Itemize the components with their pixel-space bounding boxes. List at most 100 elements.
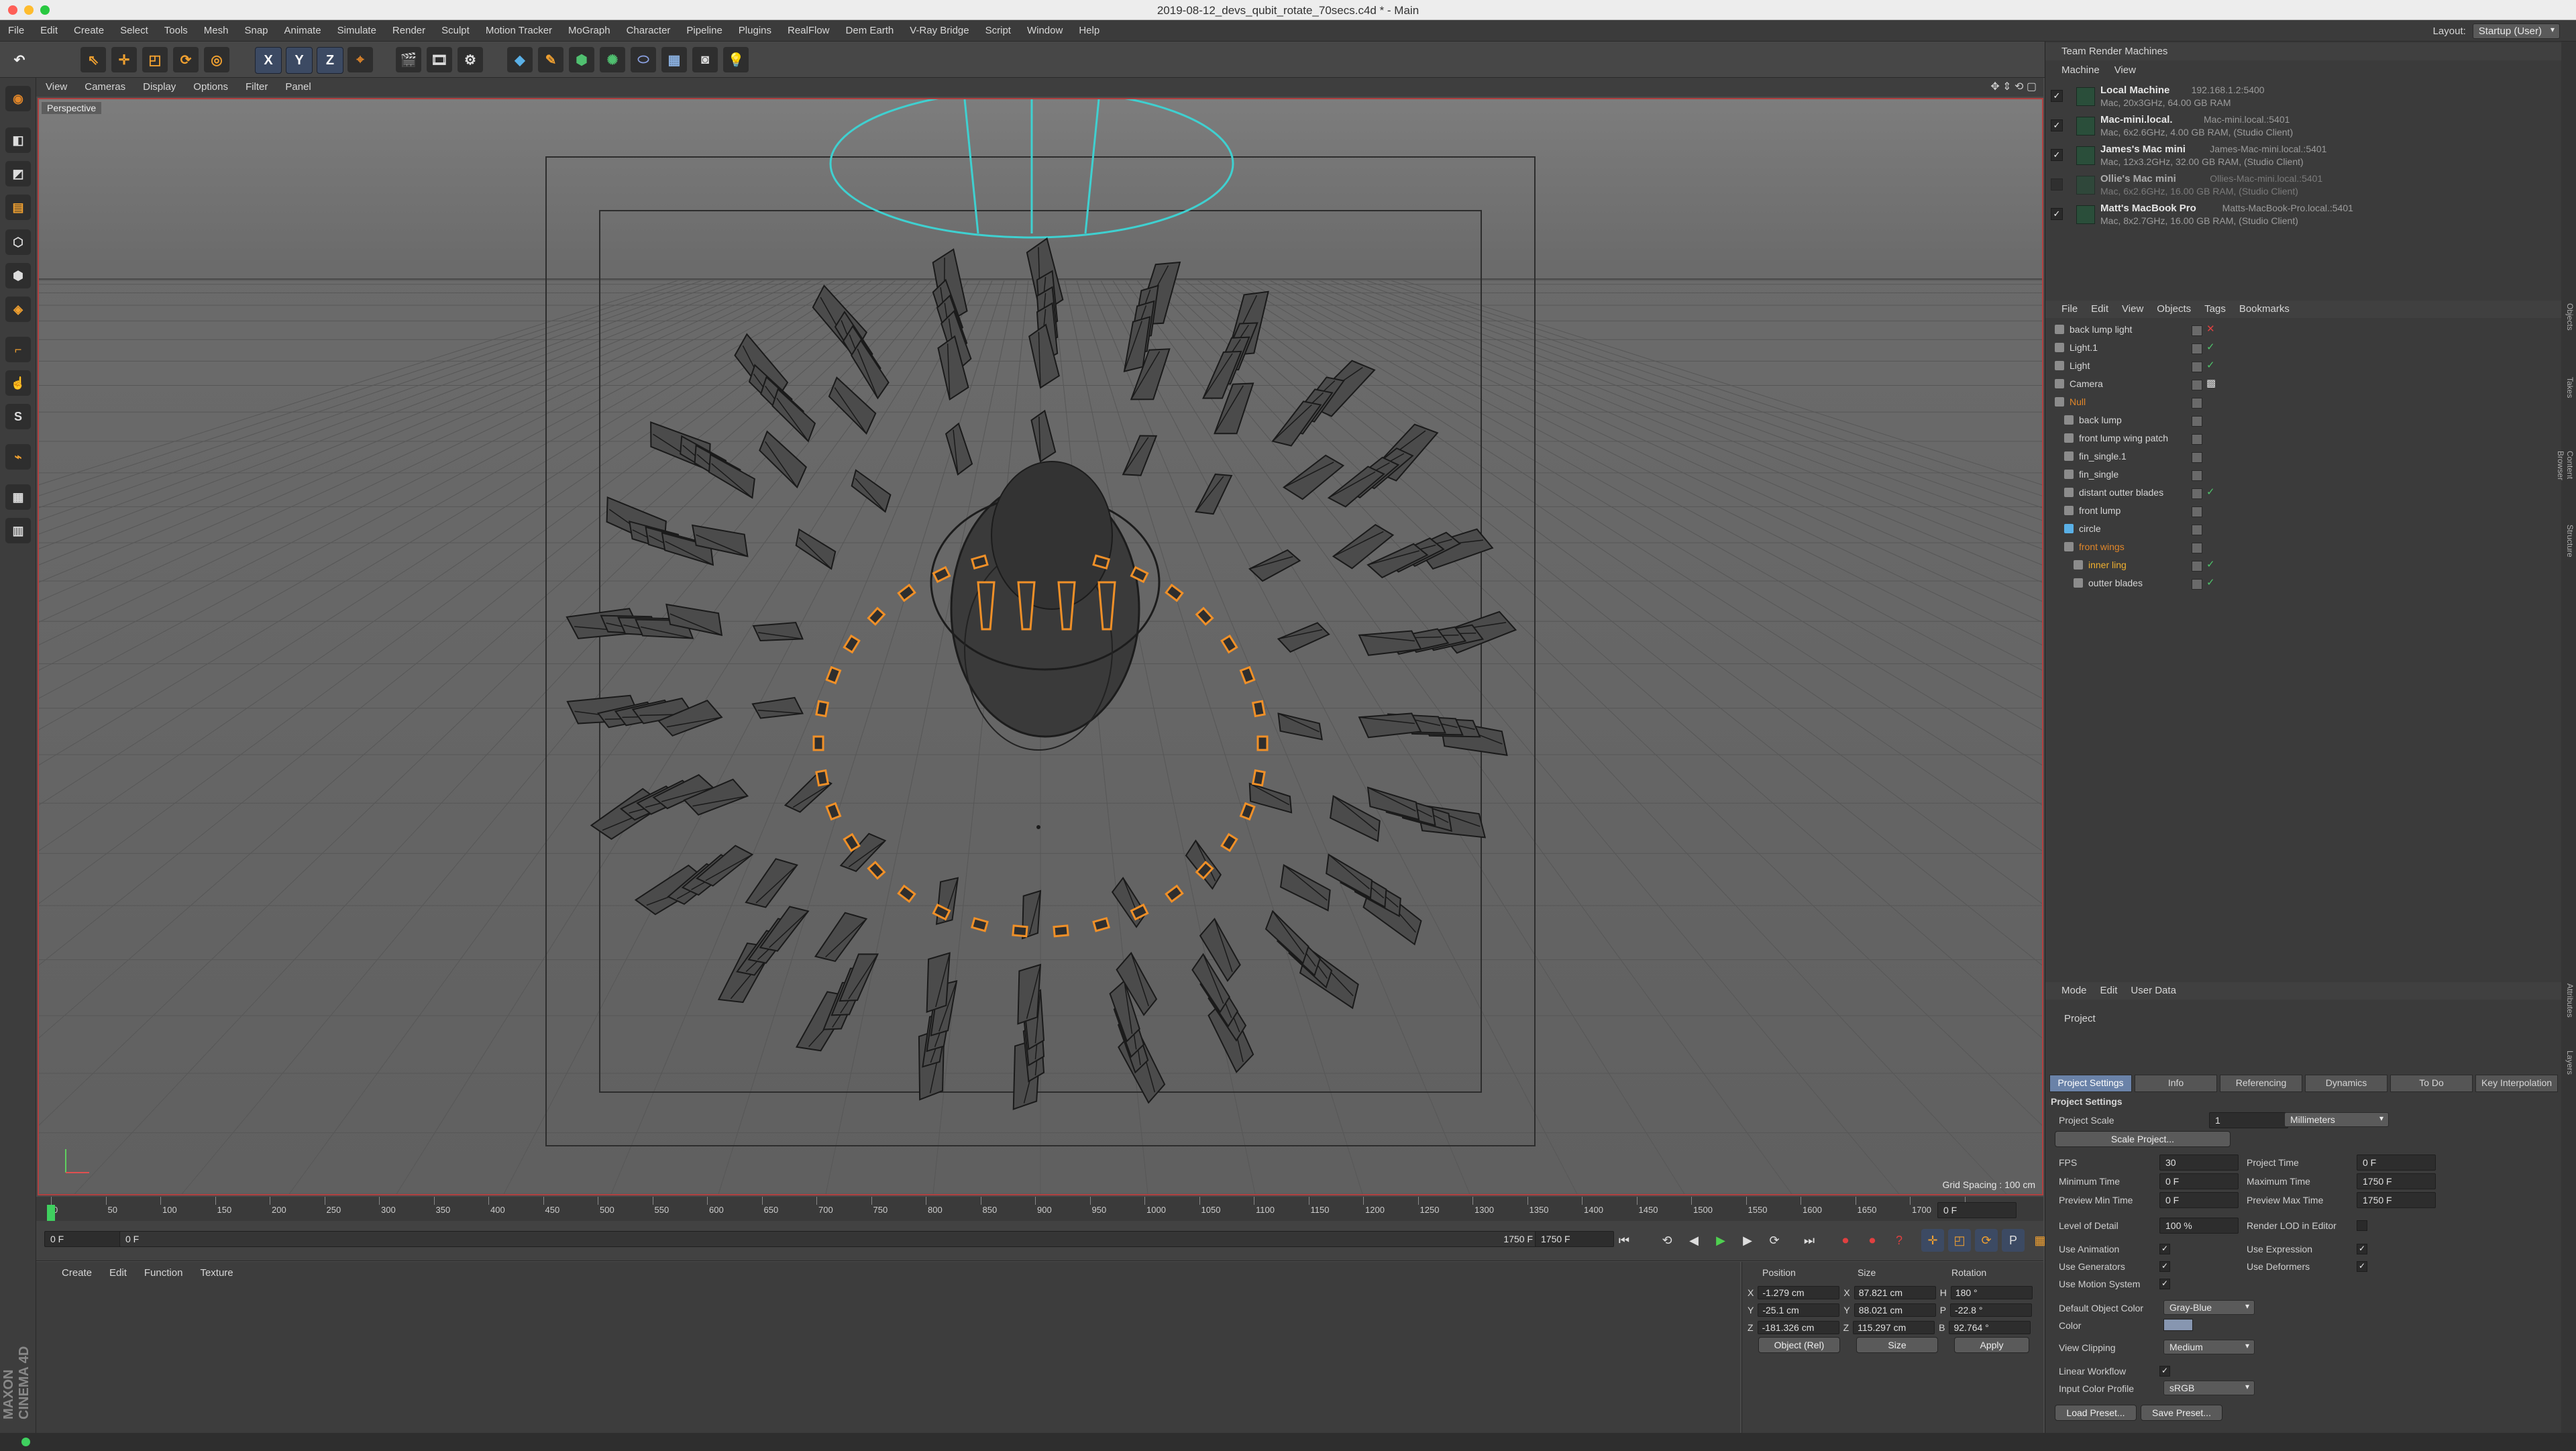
object-row[interactable]: fin_single: [2045, 466, 2562, 484]
visibility-toggle[interactable]: [2192, 543, 2202, 553]
enabled-check-icon[interactable]: ✓: [2206, 558, 2215, 570]
use-expression-checkbox[interactable]: ✓: [2357, 1244, 2367, 1254]
tab-project-settings[interactable]: Project Settings: [2049, 1075, 2132, 1092]
object-menu-edit[interactable]: Edit: [2091, 303, 2108, 315]
machine-enable-checkbox[interactable]: ✓: [2051, 119, 2063, 131]
object-row[interactable]: Light.1 ✓: [2045, 339, 2562, 357]
scale-project-button[interactable]: Scale Project...: [2055, 1131, 2231, 1147]
material-menu-function[interactable]: Function: [144, 1267, 183, 1279]
autokey-icon[interactable]: ⏺: [1861, 1229, 1884, 1252]
side-tab-objects[interactable]: Objects: [2563, 303, 2575, 331]
viewport-navigation-icons[interactable]: ✥ ⇕ ⟲ ▢: [1990, 80, 2037, 93]
object-row[interactable]: back lump light ✕: [2045, 321, 2562, 339]
viewport-menu-panel[interactable]: Panel: [285, 81, 311, 93]
input-profile-select[interactable]: sRGB: [2163, 1381, 2255, 1395]
view-clipping-select[interactable]: Medium: [2163, 1340, 2255, 1354]
team-render-menu-view[interactable]: View: [2114, 64, 2136, 76]
go-to-start-icon[interactable]: ⏮: [1613, 1229, 1635, 1252]
menu-snap[interactable]: Snap: [244, 25, 268, 36]
size-field[interactable]: 87.821 cm: [1854, 1286, 1936, 1299]
menu-animate[interactable]: Animate: [284, 25, 321, 36]
visibility-toggle[interactable]: [2192, 561, 2202, 572]
subdivision-generator-icon[interactable]: ⬢: [569, 47, 594, 72]
visibility-toggle[interactable]: [2192, 380, 2202, 390]
viewport-menu-cameras[interactable]: Cameras: [85, 81, 125, 93]
use-generators-checkbox[interactable]: ✓: [2159, 1261, 2170, 1272]
tab-key-interpolation[interactable]: Key Interpolation: [2475, 1075, 2558, 1092]
mograph-cloner-icon[interactable]: ✺: [600, 47, 625, 72]
tab-dynamics[interactable]: Dynamics: [2305, 1075, 2387, 1092]
x-axis-lock-button[interactable]: X: [255, 47, 282, 74]
preview-max-field[interactable]: 1750 F: [2357, 1192, 2436, 1208]
load-preset-button[interactable]: Load Preset...: [2055, 1405, 2137, 1421]
material-menu-create[interactable]: Create: [62, 1267, 92, 1279]
camera-tag-icon[interactable]: ▩: [2206, 377, 2216, 389]
scale-tool-icon[interactable]: ◰: [142, 47, 168, 72]
visibility-toggle[interactable]: [2192, 343, 2202, 354]
material-menu-edit[interactable]: Edit: [109, 1267, 127, 1279]
texture-mode-icon[interactable]: ◩: [5, 161, 31, 186]
keyframe-selection-icon[interactable]: ?: [1888, 1229, 1911, 1252]
play-icon[interactable]: ▶: [1709, 1229, 1732, 1252]
previous-frame-icon[interactable]: ◀: [1682, 1229, 1705, 1252]
project-scale-field[interactable]: 1: [2209, 1112, 2288, 1128]
grid-icon[interactable]: ▥: [5, 518, 31, 543]
max-time-field[interactable]: 1750 F: [2357, 1173, 2436, 1189]
previous-key-icon[interactable]: ⟲: [1656, 1229, 1678, 1252]
model-mode-icon[interactable]: ◧: [5, 127, 31, 153]
viewport-menu-options[interactable]: Options: [193, 81, 228, 93]
color-swatch[interactable]: [2163, 1319, 2193, 1331]
menu-create[interactable]: Create: [74, 25, 104, 36]
cube-primitive-icon[interactable]: ◆: [507, 47, 533, 72]
menu-window[interactable]: Window: [1027, 25, 1063, 36]
next-frame-icon[interactable]: ▶: [1736, 1229, 1759, 1252]
current-frame-field[interactable]: 0 F: [1937, 1202, 2017, 1218]
y-axis-lock-button[interactable]: Y: [286, 47, 313, 74]
use-motion-checkbox[interactable]: ✓: [2159, 1279, 2170, 1289]
project-scale-unit-select[interactable]: Millimeters: [2284, 1112, 2389, 1127]
tab-info[interactable]: Info: [2135, 1075, 2217, 1092]
object-row[interactable]: Camera ▩: [2045, 375, 2562, 393]
position-field[interactable]: -181.326 cm: [1757, 1321, 1839, 1334]
side-tab-layers[interactable]: Layers: [2563, 1051, 2575, 1075]
menu-script[interactable]: Script: [985, 25, 1011, 36]
object-menu-objects[interactable]: Objects: [2157, 303, 2191, 315]
rotation-field[interactable]: -22.8 °: [1950, 1303, 2033, 1317]
menu-mesh[interactable]: Mesh: [204, 25, 229, 36]
visibility-toggle[interactable]: [2192, 398, 2202, 409]
deformer-icon[interactable]: ⬭: [631, 47, 656, 72]
render-view-icon[interactable]: 🎬: [396, 47, 421, 72]
menu-plugins[interactable]: Plugins: [739, 25, 771, 36]
menu-select[interactable]: Select: [120, 25, 148, 36]
polygons-mode-icon[interactable]: ◈: [5, 297, 31, 322]
coordinate-mode-select[interactable]: Object (Rel): [1758, 1337, 1840, 1353]
move-tool-icon[interactable]: ✛: [111, 47, 137, 72]
machine-enable-checkbox[interactable]: ✓: [2051, 208, 2063, 220]
3d-viewport[interactable]: Perspective Grid Spacing : 100 cm: [38, 98, 2043, 1195]
menu-file[interactable]: File: [8, 25, 24, 36]
layout-select[interactable]: Startup (User): [2472, 23, 2560, 39]
rotation-field[interactable]: 180 °: [1950, 1286, 2033, 1299]
floor-scene-icon[interactable]: ▦: [661, 47, 687, 72]
side-tab-content-browser[interactable]: Content Browser: [2556, 451, 2575, 480]
key-param-icon[interactable]: P: [2002, 1229, 2025, 1252]
record-icon[interactable]: ⏺: [1834, 1229, 1857, 1252]
playhead-marker[interactable]: [47, 1205, 55, 1221]
visibility-toggle[interactable]: [2192, 452, 2202, 463]
light-icon[interactable]: 💡: [723, 47, 749, 72]
recent-tool-icon[interactable]: ◎: [204, 47, 229, 72]
machine-enable-checkbox[interactable]: ✓: [2051, 149, 2063, 161]
side-tab-structure[interactable]: Structure: [2563, 525, 2575, 557]
visibility-toggle[interactable]: [2192, 525, 2202, 535]
viewport-menu-display[interactable]: Display: [143, 81, 176, 93]
object-row[interactable]: fin_single.1: [2045, 447, 2562, 466]
attribute-menu-edit[interactable]: Edit: [2100, 985, 2118, 996]
menu-simulate[interactable]: Simulate: [337, 25, 376, 36]
move-cursor-icon[interactable]: ⇖: [80, 47, 106, 72]
team-render-menu-machine[interactable]: Machine: [2061, 64, 2100, 76]
attribute-menu-user-data[interactable]: User Data: [2131, 985, 2176, 996]
object-menu-bookmarks[interactable]: Bookmarks: [2239, 303, 2290, 315]
object-row[interactable]: outter blades ✓: [2045, 574, 2562, 592]
object-row[interactable]: Light ✓: [2045, 357, 2562, 375]
coordinate-system-icon[interactable]: ⌖: [347, 47, 373, 72]
